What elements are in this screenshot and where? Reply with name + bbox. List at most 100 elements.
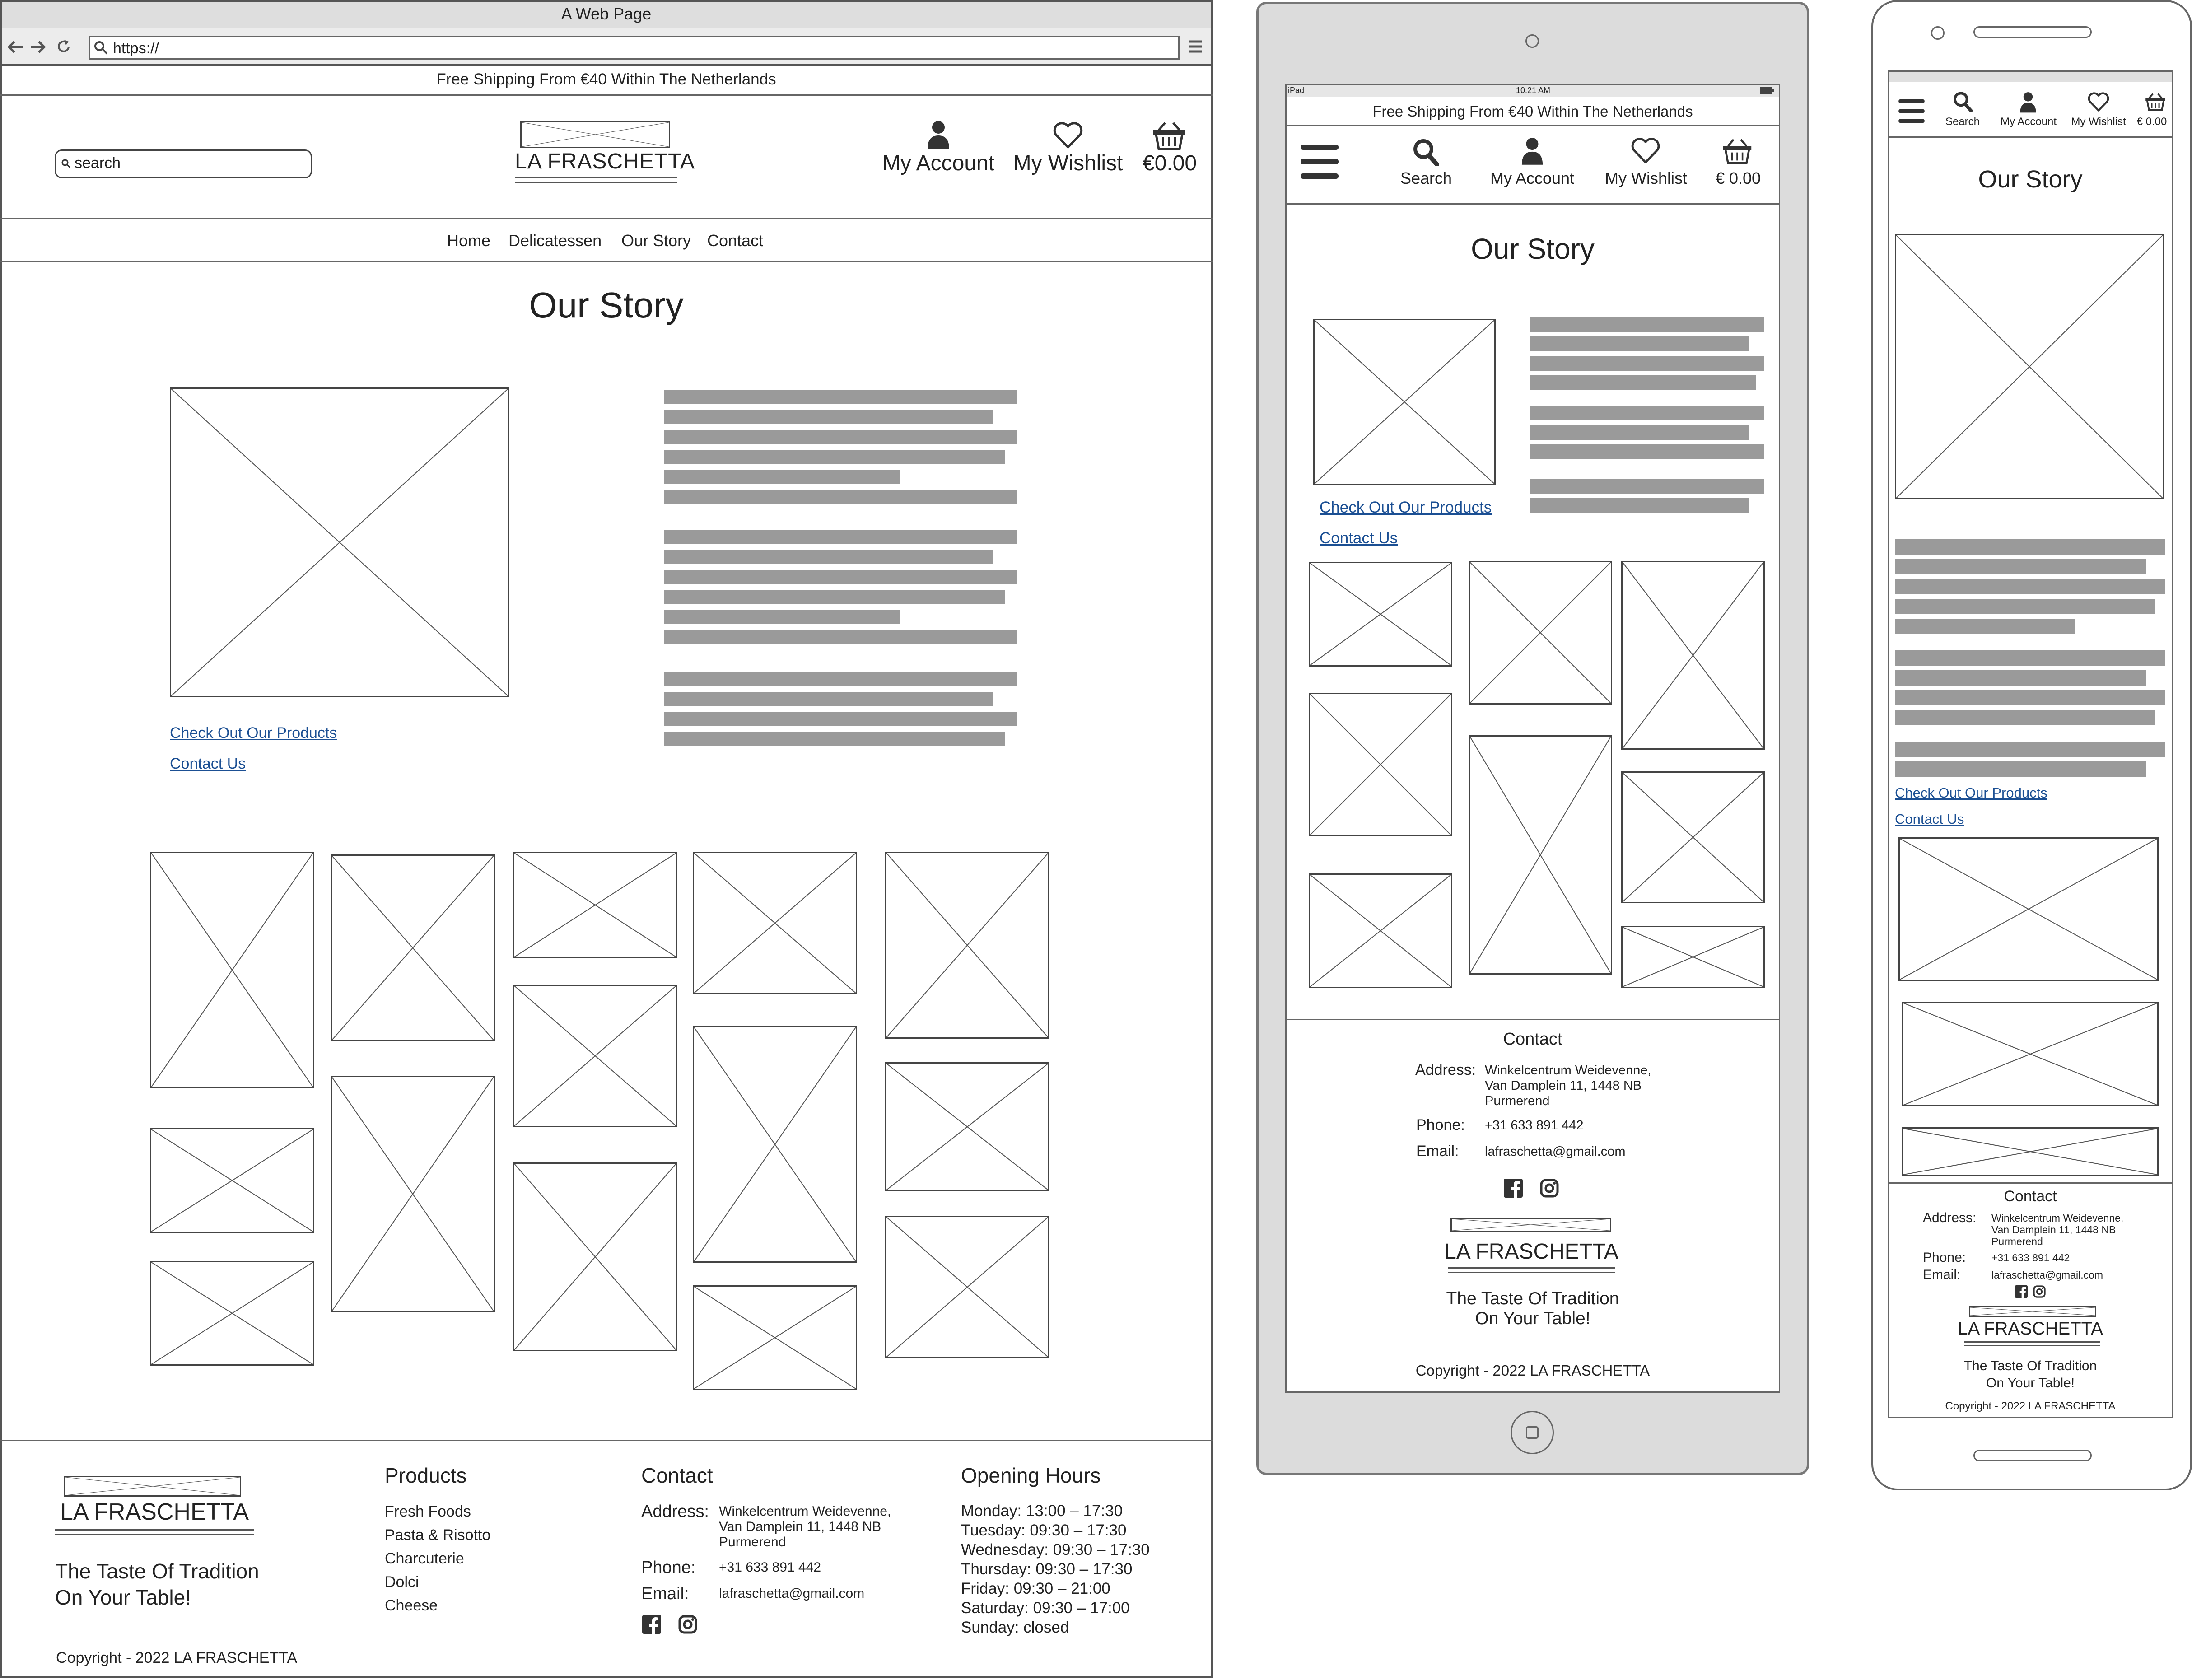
tablet-text-placeholder-line xyxy=(1530,406,1764,420)
back-arrow-icon[interactable] xyxy=(7,40,23,54)
footer-product-link[interactable]: Fresh Foods xyxy=(385,1503,471,1521)
cart-basket-icon[interactable] xyxy=(1152,121,1186,150)
facebook-icon[interactable] xyxy=(642,1615,661,1634)
phone-text-placeholder-line xyxy=(1895,579,2165,594)
tablet-gallery-image-placeholder xyxy=(1621,561,1765,750)
tablet-text-placeholder-line xyxy=(1530,479,1764,494)
footer-logo-text[interactable]: LA FRASCHETTA xyxy=(55,1498,254,1526)
tablet-footer-logo-underline-2 xyxy=(1448,1272,1615,1273)
tablet-email[interactable]: lafraschetta@gmail.com xyxy=(1485,1144,1626,1159)
instagram-icon[interactable] xyxy=(678,1615,697,1634)
tablet-address-line: Winkelcentrum Weidevenne, xyxy=(1485,1063,1651,1078)
footer-hours-line: Monday: 13:00 – 17:30 xyxy=(961,1502,1123,1520)
tablet-gallery-image-placeholder xyxy=(1309,562,1452,667)
footer-address-line: Purmerend xyxy=(719,1535,786,1549)
phone-cart-basket-icon[interactable] xyxy=(2145,92,2166,111)
phone-text-placeholder-line xyxy=(1895,599,2155,614)
text-placeholder-line xyxy=(664,672,1017,686)
nav-item-delicatessen[interactable]: Delicatessen xyxy=(508,231,602,250)
footer-hours-line: Friday: 09:30 – 21:00 xyxy=(961,1580,1110,1597)
footer-hours-line: Saturday: 09:30 – 17:00 xyxy=(961,1599,1130,1617)
phone-phone[interactable]: +31 633 891 442 xyxy=(1991,1252,2070,1264)
phone-account-label[interactable]: My Account xyxy=(1993,116,2064,128)
check-products-link[interactable]: Check Out Our Products xyxy=(170,724,337,742)
browser-title: A Web Page xyxy=(561,5,652,23)
tablet-footer-logo-text[interactable]: LA FRASCHETTA xyxy=(1443,1239,1619,1264)
forward-arrow-icon[interactable] xyxy=(30,40,46,54)
footer-phone-label: Phone: xyxy=(641,1558,696,1577)
text-placeholder-line xyxy=(664,692,993,706)
phone-footer-divider xyxy=(1889,1182,2172,1184)
contact-us-link[interactable]: Contact Us xyxy=(170,755,246,773)
tablet-camera xyxy=(1525,34,1539,48)
phone-cart-total[interactable]: € 0.00 xyxy=(2132,116,2171,128)
phone-email[interactable]: lafraschetta@gmail.com xyxy=(1991,1269,2103,1281)
phone-wishlist-label[interactable]: My Wishlist xyxy=(2066,116,2131,128)
tablet-cart-basket-icon[interactable] xyxy=(1722,137,1752,164)
tablet-text-placeholder-line xyxy=(1530,425,1749,440)
tablet-facebook-icon[interactable] xyxy=(1504,1179,1523,1198)
gallery-image-placeholder xyxy=(885,1062,1049,1191)
gallery-image-placeholder xyxy=(150,1128,314,1233)
footer-product-link[interactable]: Charcuterie xyxy=(385,1550,464,1568)
tablet-footer-tagline-line-1: The Taste Of Tradition xyxy=(1446,1289,1619,1308)
footer-product-link[interactable]: Cheese xyxy=(385,1597,438,1615)
text-placeholder-line xyxy=(664,630,1017,644)
browser-menu-icon[interactable] xyxy=(1188,39,1203,54)
wishlist-label[interactable]: My Wishlist xyxy=(1008,151,1128,176)
nav-item-our-story[interactable]: Our Story xyxy=(621,231,691,250)
phone-hamburger-menu-icon[interactable] xyxy=(1898,99,1925,123)
phone-account-icon[interactable] xyxy=(2019,91,2037,113)
tablet-contact-us-link[interactable]: Contact Us xyxy=(1320,529,1398,547)
tablet-header-divider xyxy=(1287,203,1779,205)
phone-search-label[interactable]: Search xyxy=(1931,116,1994,128)
phone-email-label: Email: xyxy=(1923,1267,1961,1282)
phone-text-placeholder-line xyxy=(1895,710,2155,725)
text-placeholder-line xyxy=(664,470,900,484)
tablet-phone[interactable]: +31 633 891 442 xyxy=(1485,1118,1584,1133)
footer-tagline-line-1: The Taste Of Tradition xyxy=(55,1559,259,1583)
phone-home-bar[interactable] xyxy=(1973,1450,2092,1461)
phone-contact-us-link[interactable]: Contact Us xyxy=(1895,811,1964,827)
nav-item-home[interactable]: Home xyxy=(447,231,490,250)
url-text[interactable]: https:// xyxy=(113,40,159,57)
cart-total[interactable]: €0.00 xyxy=(1129,151,1210,176)
reload-icon[interactable] xyxy=(56,39,71,54)
logo-image-placeholder xyxy=(520,121,670,148)
url-bar[interactable] xyxy=(89,36,1180,60)
tablet-gallery-image-placeholder xyxy=(1621,926,1765,988)
footer-product-link[interactable]: Dolci xyxy=(385,1573,419,1591)
footer-phone[interactable]: +31 633 891 442 xyxy=(719,1560,821,1575)
logo-underline xyxy=(515,177,677,178)
footer-email[interactable]: lafraschetta@gmail.com xyxy=(719,1586,864,1601)
phone-text-placeholder-line xyxy=(1895,761,2146,777)
footer-product-link[interactable]: Pasta & Risotto xyxy=(385,1526,490,1544)
phone-check-products-link[interactable]: Check Out Our Products xyxy=(1895,785,2047,801)
phone-footer-tagline-line-1: The Taste Of Tradition xyxy=(1963,1358,2097,1373)
account-icon[interactable] xyxy=(927,120,950,149)
phone-facebook-icon[interactable] xyxy=(2015,1285,2028,1298)
tablet-search-icon[interactable] xyxy=(1413,138,1439,166)
tablet-cart-total[interactable]: € 0.00 xyxy=(1702,169,1774,188)
phone-search-icon[interactable] xyxy=(1953,91,1973,112)
phone-text-placeholder-line xyxy=(1895,559,2146,574)
phone-instagram-icon[interactable] xyxy=(2033,1285,2046,1298)
footer-copyright: Copyright - 2022 LA FRASCHETTA xyxy=(56,1649,298,1666)
account-label[interactable]: My Account xyxy=(881,151,996,176)
tablet-email-label: Email: xyxy=(1416,1143,1459,1160)
wishlist-heart-icon[interactable] xyxy=(1052,122,1084,149)
tablet-instagram-icon[interactable] xyxy=(1540,1179,1559,1198)
tablet-hamburger-menu-icon[interactable] xyxy=(1301,145,1339,179)
tablet-wishlist-heart-icon[interactable] xyxy=(1630,137,1661,164)
tablet-wishlist-label[interactable]: My Wishlist xyxy=(1599,169,1693,188)
phone-footer-logo-text[interactable]: LA FRASCHETTA xyxy=(1889,1319,2172,1339)
phone-wishlist-heart-icon[interactable] xyxy=(2087,92,2110,112)
search-icon xyxy=(61,158,71,169)
tablet-check-products-link[interactable]: Check Out Our Products xyxy=(1320,499,1492,517)
phone-gallery-image-placeholder xyxy=(1902,1127,2159,1176)
nav-item-contact[interactable]: Contact xyxy=(707,231,763,250)
tablet-account-label[interactable]: My Account xyxy=(1481,169,1583,188)
logo-text[interactable]: LA FRASCHETTA xyxy=(515,149,695,174)
tablet-account-icon[interactable] xyxy=(1521,136,1544,165)
tablet-search-label[interactable]: Search xyxy=(1382,169,1470,188)
